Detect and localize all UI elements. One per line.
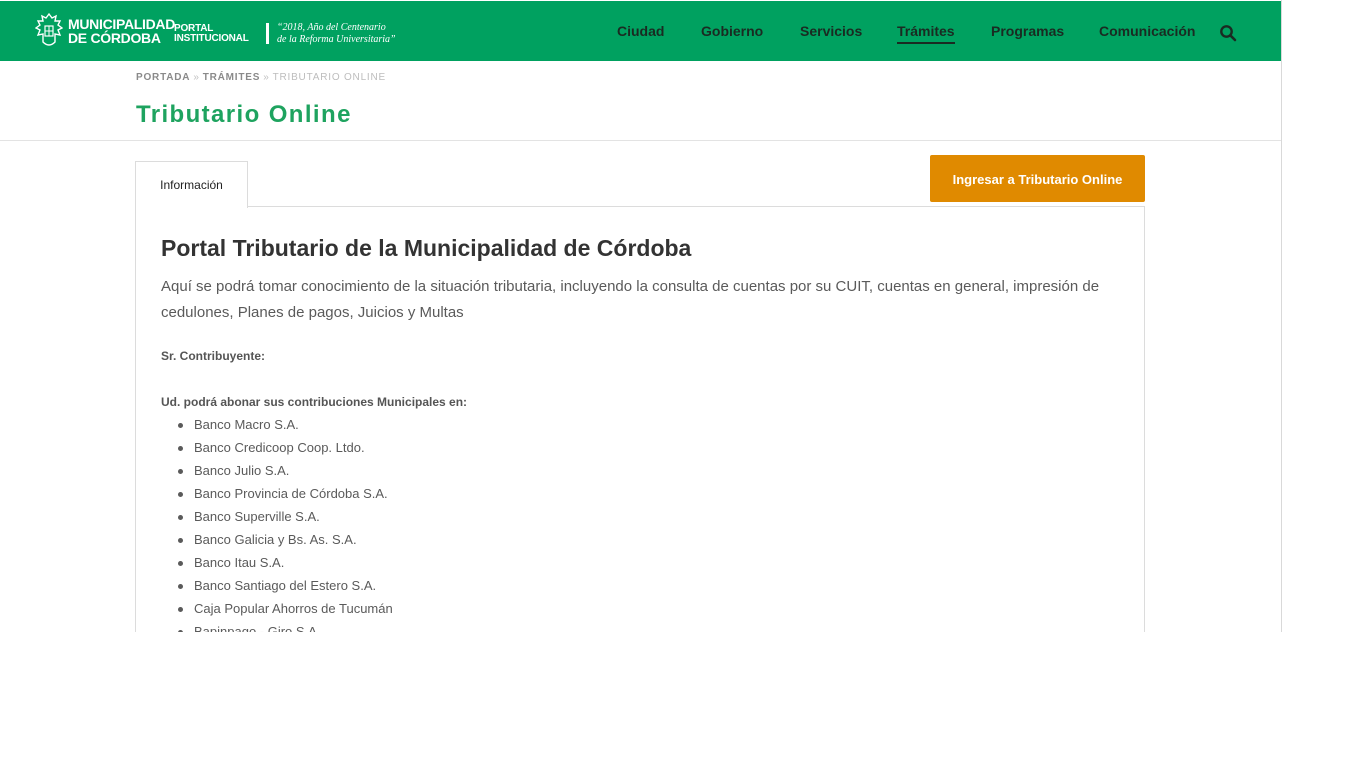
breadcrumb-separator: » [263, 72, 270, 83]
list-item: Banco Macro S.A. [178, 413, 1121, 436]
list-item: Banco Galicia y Bs. As. S.A. [178, 528, 1121, 551]
tab-content: Portal Tributario de la Municipalidad de… [161, 233, 1121, 632]
motto-line-1: “2018, Año del Centenario [277, 22, 386, 33]
motto: “2018, Año del Centenario de la Reforma … [277, 22, 396, 46]
breadcrumb-separator: » [193, 72, 200, 83]
breadcrumb-current: TRIBUTARIO ONLINE [272, 72, 387, 83]
search-icon[interactable] [1219, 24, 1237, 42]
content-lead: Aquí se podrá tomar conocimiento de la s… [161, 278, 1100, 321]
nav-item-gobierno[interactable]: Gobierno [701, 23, 763, 39]
nav-item-programas[interactable]: Programas [991, 23, 1064, 39]
list-item: Banco Itau S.A. [178, 551, 1121, 574]
ingresar-tributario-button[interactable]: Ingresar a Tributario Online [930, 155, 1145, 202]
list-item: Banco Julio S.A. [178, 459, 1121, 482]
nav-item-servicios[interactable]: Servicios [800, 23, 862, 39]
list-item: Banco Superville S.A. [178, 505, 1121, 528]
portal-label: PORTAL INSTITUCIONAL [174, 24, 249, 44]
motto-line-2: de la Reforma Universitaria” [277, 34, 396, 45]
content-heading: Portal Tributario de la Municipalidad de… [161, 235, 692, 261]
tab-informacion[interactable]: Información [135, 161, 248, 208]
nav-item-ciudad[interactable]: Ciudad [617, 23, 664, 39]
list-item: Caja Popular Ahorros de Tucumán [178, 597, 1121, 620]
list-item: Bapinpago - Giro S.A. [178, 620, 1121, 632]
breadcrumb: PORTADA» TRÁMITES» TRIBUTARIO ONLINE [136, 72, 386, 83]
motto-divider [266, 23, 269, 44]
breadcrumb-tramites[interactable]: TRÁMITES [203, 72, 261, 83]
browser-viewport: MUNICIPALIDAD DE CÓRDOBA PORTAL INSTITUC… [0, 0, 1282, 632]
city-crest-logo-icon[interactable] [35, 12, 63, 50]
breadcrumb-portada[interactable]: PORTADA [136, 72, 190, 83]
nav-item-tramites[interactable]: Trámites [897, 23, 955, 44]
portal-line-2: INSTITUCIONAL [174, 33, 249, 44]
brand-line-1: MUNICIPALIDAD [68, 16, 176, 32]
brand-line-2: DE CÓRDOBA [68, 30, 161, 46]
page-title-band: PORTADA» TRÁMITES» TRIBUTARIO ONLINE Tribu… [0, 61, 1281, 141]
list-item: Banco Credicoop Coop. Ltdo. [178, 436, 1121, 459]
page-title: Tributario Online [136, 101, 352, 128]
list-item: Banco Provincia de Córdoba S.A. [178, 482, 1121, 505]
nav-item-comunicacion[interactable]: Comunicación [1099, 23, 1195, 39]
payment-intro: Ud. podrá abonar sus contribuciones Muni… [161, 395, 468, 409]
site-header: MUNICIPALIDAD DE CÓRDOBA PORTAL INSTITUC… [0, 1, 1281, 61]
brand-name[interactable]: MUNICIPALIDAD DE CÓRDOBA [68, 17, 175, 45]
bank-list: Banco Macro S.A. Banco Credicoop Coop. L… [161, 413, 1121, 632]
salutation: Sr. Contribuyente: [161, 349, 266, 363]
list-item: Banco Santiago del Estero S.A. [178, 574, 1121, 597]
